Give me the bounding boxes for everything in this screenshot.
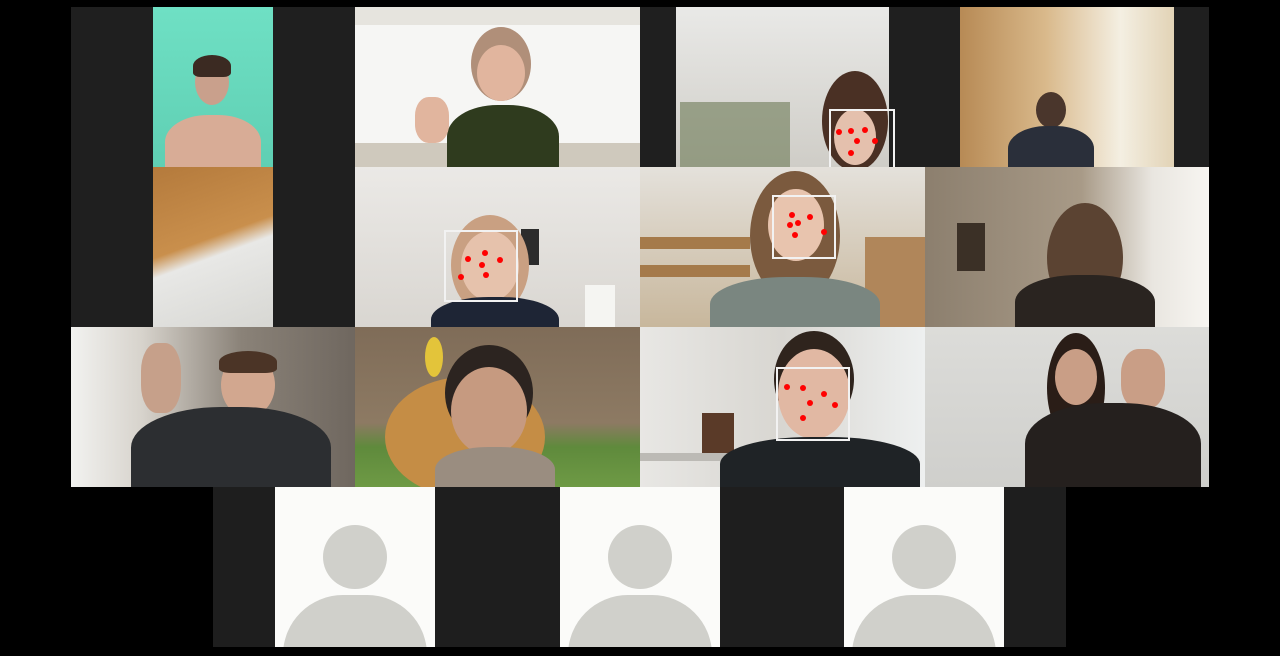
face-landmark bbox=[479, 262, 485, 268]
face-landmark bbox=[807, 214, 813, 220]
video-tile-r3c2[interactable] bbox=[355, 327, 640, 487]
face-landmark bbox=[458, 274, 464, 280]
participant bbox=[1025, 327, 1209, 487]
face-landmark bbox=[795, 220, 801, 226]
video-feed bbox=[153, 167, 273, 327]
avatar-card bbox=[275, 487, 435, 647]
face-landmark bbox=[800, 385, 806, 391]
face-landmark bbox=[787, 222, 793, 228]
face-landmark bbox=[497, 257, 503, 263]
face-detection-box bbox=[829, 109, 895, 167]
face-landmark bbox=[792, 232, 798, 238]
face-landmark bbox=[465, 256, 471, 262]
video-tile-r2c1[interactable] bbox=[71, 167, 355, 327]
face-detection-box bbox=[776, 367, 850, 441]
participant bbox=[1000, 92, 1100, 167]
face-landmark bbox=[483, 272, 489, 278]
face-landmark bbox=[800, 415, 806, 421]
user-silhouette-icon bbox=[892, 525, 956, 589]
video-tile-r1c1[interactable] bbox=[71, 7, 355, 167]
face-landmark bbox=[821, 391, 827, 397]
participant bbox=[425, 337, 575, 487]
video-tile-r4c1[interactable] bbox=[213, 487, 497, 647]
face-landmark bbox=[848, 150, 854, 156]
avatar-card bbox=[844, 487, 1004, 647]
face-landmark bbox=[784, 384, 790, 390]
video-tile-r3c4[interactable] bbox=[925, 327, 1209, 487]
participant bbox=[111, 337, 341, 487]
video-tile-r1c4[interactable] bbox=[925, 7, 1209, 167]
video-tile-r2c3[interactable] bbox=[640, 167, 925, 327]
face-landmark bbox=[836, 129, 842, 135]
video-tile-r4c2[interactable] bbox=[497, 487, 782, 647]
face-landmark bbox=[872, 138, 878, 144]
participant bbox=[1015, 197, 1155, 327]
video-tile-r4c3[interactable] bbox=[782, 487, 1066, 647]
face-landmark bbox=[482, 250, 488, 256]
video-tile-r3c1[interactable] bbox=[71, 327, 355, 487]
face-landmark bbox=[789, 212, 795, 218]
face-landmark bbox=[862, 127, 868, 133]
video-tile-r2c2[interactable] bbox=[355, 167, 640, 327]
user-silhouette-icon bbox=[608, 525, 672, 589]
video-tile-r1c3[interactable] bbox=[640, 7, 925, 167]
user-silhouette-icon bbox=[323, 525, 387, 589]
avatar-card bbox=[560, 487, 720, 647]
video-tile-r1c2[interactable] bbox=[355, 7, 640, 167]
face-landmark bbox=[807, 400, 813, 406]
video-tile-r3c3[interactable] bbox=[640, 327, 925, 487]
face-landmark bbox=[854, 138, 860, 144]
face-landmark bbox=[848, 128, 854, 134]
video-tile-r2c4[interactable] bbox=[925, 167, 1209, 327]
participant bbox=[153, 7, 273, 167]
face-detection-box bbox=[772, 195, 836, 259]
participant bbox=[415, 27, 595, 167]
face-landmark bbox=[821, 229, 827, 235]
face-landmark bbox=[832, 402, 838, 408]
